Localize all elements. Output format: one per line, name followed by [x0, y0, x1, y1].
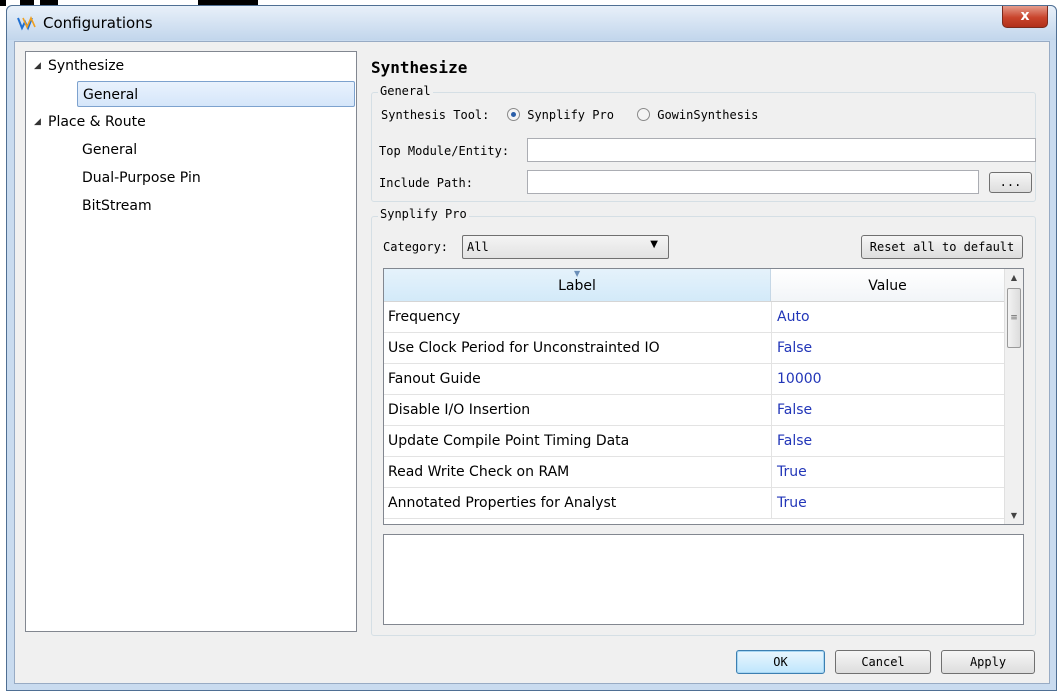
table-row[interactable]: Disable I/O Insertion False [384, 395, 1004, 426]
column-header-value[interactable]: Value [771, 269, 1004, 301]
scrollbar-thumb[interactable]: ≡ [1007, 288, 1021, 348]
synthesis-tool-label: Synthesis Tool: [381, 108, 490, 122]
scroll-up-arrow-icon[interactable]: ▲ [1005, 269, 1023, 286]
tree-item-bitstream[interactable]: BitStream [82, 193, 152, 219]
radio-unselected-icon[interactable] [637, 108, 650, 121]
radio-synplify-pro[interactable]: Synplify Pro [507, 108, 614, 122]
section-title: Synthesize [371, 58, 468, 77]
table-row[interactable]: Use Clock Period for Unconstrainted IO F… [384, 333, 1004, 364]
scroll-down-arrow-icon[interactable]: ▼ [1005, 507, 1023, 524]
expanded-arrow-icon[interactable]: ◢ [34, 53, 48, 79]
table-row[interactable]: Frequency Auto [384, 302, 1004, 333]
reset-all-button[interactable]: Reset all to default [861, 235, 1023, 259]
title-bar: Configurations x [7, 6, 1056, 40]
top-module-input[interactable] [527, 138, 1036, 162]
table-header: ▼ Label Value [384, 269, 1004, 302]
expanded-arrow-icon[interactable]: ◢ [34, 109, 48, 135]
sort-arrow-icon: ▼ [574, 269, 581, 278]
close-button[interactable]: x [1002, 6, 1048, 28]
cancel-button[interactable]: Cancel [835, 650, 931, 674]
tree-item-place-route[interactable]: ◢ Place & Route [34, 109, 146, 135]
category-tree: ◢ Synthesize General ◢ Place & Route Gener… [25, 51, 357, 632]
gowin-logo-icon [17, 16, 36, 31]
window-title: Configurations [43, 14, 153, 32]
table-row[interactable]: Update Compile Point Timing Data False [384, 426, 1004, 457]
tree-item-synthesize-general[interactable]: General [77, 81, 355, 107]
table-row[interactable]: Annotated Properties for Analyst True [384, 488, 1004, 519]
tree-item-synthesize[interactable]: ◢ Synthesize [34, 53, 124, 79]
tree-item-place-route-general[interactable]: General [82, 137, 137, 163]
apply-button[interactable]: Apply [941, 650, 1035, 674]
synplify-pro-group-label: Synplify Pro [378, 207, 469, 221]
category-select[interactable]: All ▼ [462, 235, 669, 259]
general-group-label: General [378, 84, 433, 98]
ok-button[interactable]: OK [736, 650, 825, 674]
category-label: Category: [383, 240, 449, 254]
table-scrollbar[interactable]: ▲ ≡ ▼ [1004, 269, 1023, 524]
browse-button[interactable]: ... [989, 172, 1032, 193]
table-row[interactable]: Read Write Check on RAM True [384, 457, 1004, 488]
tree-item-dual-purpose-pin[interactable]: Dual-Purpose Pin [82, 165, 201, 191]
radio-gowinsynthesis[interactable]: GowinSynthesis [637, 108, 758, 122]
column-header-label[interactable]: ▼ Label [384, 269, 771, 301]
radio-selected-icon[interactable] [507, 108, 520, 121]
dropdown-arrow-icon: ▼ [650, 239, 658, 250]
include-path-input[interactable] [527, 170, 979, 194]
table-row[interactable]: Fanout Guide 10000 [384, 364, 1004, 395]
include-path-label: Include Path: [379, 176, 473, 190]
description-box [383, 534, 1024, 625]
properties-table: ▼ Label Value Frequency Auto Use Clock P… [383, 268, 1024, 525]
top-module-label: Top Module/Entity: [379, 144, 510, 158]
category-select-value: All [467, 240, 489, 254]
